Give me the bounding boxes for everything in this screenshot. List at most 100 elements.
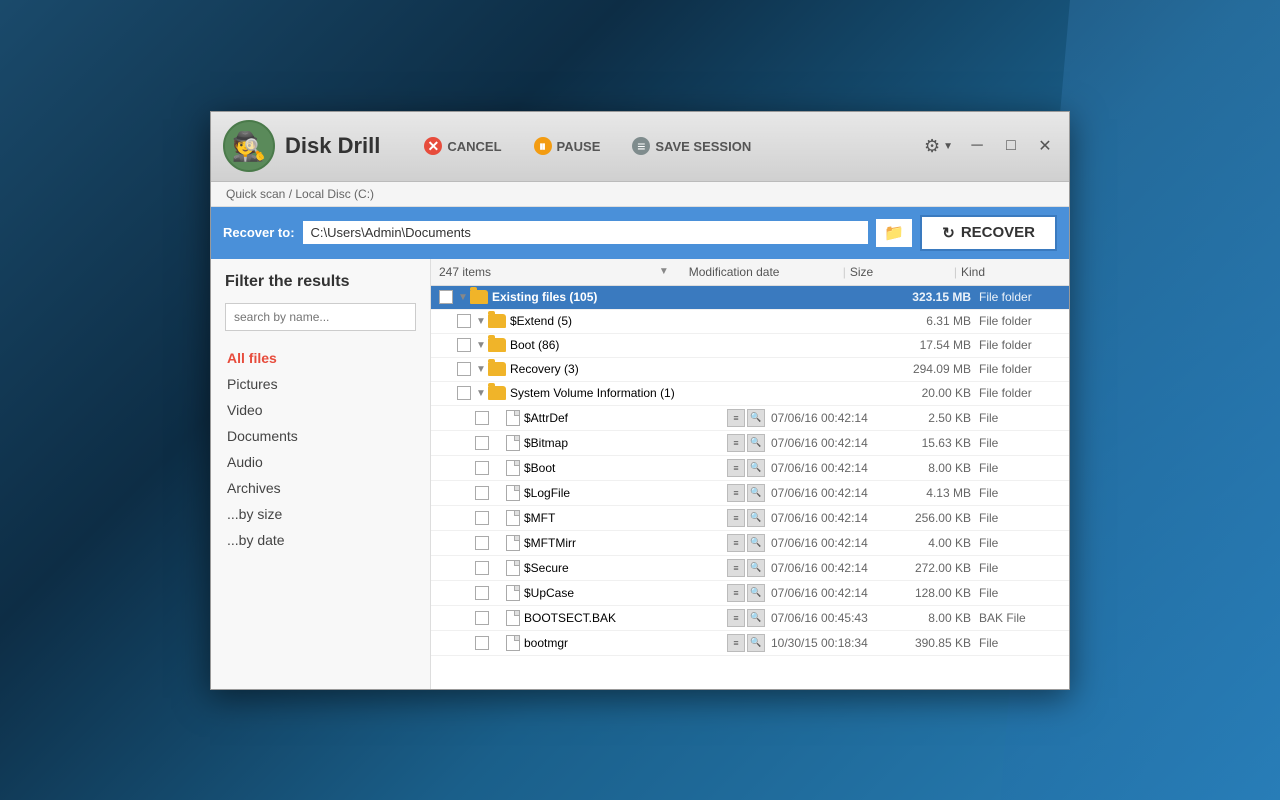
expand-icon xyxy=(492,511,506,525)
row-checkbox[interactable] xyxy=(475,536,489,550)
sidebar-filter-documents[interactable]: Documents xyxy=(225,423,416,449)
expand-icon[interactable]: ▼ xyxy=(474,386,488,400)
row-date: 07/06/16 00:42:14 xyxy=(771,461,891,475)
sidebar-filter-pictures[interactable]: Pictures xyxy=(225,371,416,397)
row-actions: ≡🔍 xyxy=(727,559,765,577)
settings-button[interactable]: ⚙ ▼ xyxy=(916,130,961,163)
preview-icon[interactable]: ≡ xyxy=(727,634,745,652)
expand-icon[interactable]: ▼ xyxy=(474,338,488,352)
expand-icon[interactable]: ▼ xyxy=(474,314,488,328)
table-row[interactable]: $MFTMirr≡🔍07/06/16 00:42:144.00 KBFile xyxy=(431,531,1069,556)
row-checkbox[interactable] xyxy=(457,338,471,352)
close-icon: ✕ xyxy=(1038,136,1051,156)
row-checkbox[interactable] xyxy=(475,611,489,625)
preview-icon[interactable]: ≡ xyxy=(727,534,745,552)
row-checkbox[interactable] xyxy=(457,314,471,328)
search-icon[interactable]: 🔍 xyxy=(747,434,765,452)
row-date: 07/06/16 00:42:14 xyxy=(771,436,891,450)
expand-icon xyxy=(492,561,506,575)
search-icon[interactable]: 🔍 xyxy=(747,534,765,552)
pause-button[interactable]: ⏸ PAUSE xyxy=(520,129,615,163)
row-date: 07/06/16 00:42:14 xyxy=(771,486,891,500)
preview-icon[interactable]: ≡ xyxy=(727,509,745,527)
row-checkbox[interactable] xyxy=(457,386,471,400)
row-checkbox[interactable] xyxy=(475,436,489,450)
sidebar-filter-bydate[interactable]: ...by date xyxy=(225,527,416,553)
search-input[interactable] xyxy=(225,303,416,331)
search-icon[interactable]: 🔍 xyxy=(747,484,765,502)
row-checkbox[interactable] xyxy=(475,636,489,650)
row-checkbox[interactable] xyxy=(439,290,453,304)
row-name: $MFTMirr xyxy=(524,536,727,550)
table-row[interactable]: $Boot≡🔍07/06/16 00:42:148.00 KBFile xyxy=(431,456,1069,481)
sidebar-filter-audio[interactable]: Audio xyxy=(225,449,416,475)
row-checkbox[interactable] xyxy=(475,586,489,600)
recover-path-input[interactable] xyxy=(303,221,869,244)
preview-icon[interactable]: ≡ xyxy=(727,459,745,477)
table-row[interactable]: $LogFile≡🔍07/06/16 00:42:144.13 MBFile xyxy=(431,481,1069,506)
table-row[interactable]: ▼$Extend (5)6.31 MBFile folder xyxy=(431,310,1069,334)
row-checkbox[interactable] xyxy=(475,511,489,525)
preview-icon[interactable]: ≡ xyxy=(727,609,745,627)
row-kind: File xyxy=(971,411,1061,425)
sidebar-filter-video[interactable]: Video xyxy=(225,397,416,423)
search-icon[interactable]: 🔍 xyxy=(747,509,765,527)
expand-icon[interactable]: ▼ xyxy=(456,290,470,304)
table-row[interactable]: ▼System Volume Information (1)20.00 KBFi… xyxy=(431,382,1069,406)
search-icon[interactable]: 🔍 xyxy=(747,634,765,652)
row-checkbox[interactable] xyxy=(475,461,489,475)
minimize-button[interactable]: ─ xyxy=(961,130,993,162)
preview-icon[interactable]: ≡ xyxy=(727,409,745,427)
row-actions: ≡🔍 xyxy=(727,634,765,652)
table-row[interactable]: $Secure≡🔍07/06/16 00:42:14272.00 KBFile xyxy=(431,556,1069,581)
save-session-button[interactable]: ≡ SAVE SESSION xyxy=(618,129,765,163)
table-row[interactable]: ▼Recovery (3)294.09 MBFile folder xyxy=(431,358,1069,382)
table-row[interactable]: $AttrDef≡🔍07/06/16 00:42:142.50 KBFile xyxy=(431,406,1069,431)
maximize-icon: □ xyxy=(1006,137,1016,155)
file-icon xyxy=(506,535,520,551)
search-icon[interactable]: 🔍 xyxy=(747,609,765,627)
row-name: $MFT xyxy=(524,511,727,525)
preview-icon[interactable]: ≡ xyxy=(727,434,745,452)
recover-button[interactable]: ↻ RECOVER xyxy=(920,215,1057,251)
col-modification-date[interactable]: Modification date xyxy=(689,265,839,279)
row-name: $AttrDef xyxy=(524,411,727,425)
sidebar-filter-archives[interactable]: Archives xyxy=(225,475,416,501)
browse-folder-button[interactable]: 📁 xyxy=(876,219,912,247)
row-name: $Bitmap xyxy=(524,436,727,450)
search-icon[interactable]: 🔍 xyxy=(747,559,765,577)
cancel-button[interactable]: ✕ CANCEL xyxy=(410,129,515,163)
maximize-button[interactable]: □ xyxy=(995,130,1027,162)
file-icon xyxy=(506,610,520,626)
search-icon[interactable]: 🔍 xyxy=(747,459,765,477)
row-checkbox[interactable] xyxy=(475,561,489,575)
sidebar-filter-allfiles[interactable]: All files xyxy=(225,345,416,371)
row-kind: BAK File xyxy=(971,611,1061,625)
col-size[interactable]: Size xyxy=(850,265,950,279)
save-icon: ≡ xyxy=(632,137,650,155)
search-icon[interactable]: 🔍 xyxy=(747,584,765,602)
expand-icon xyxy=(492,436,506,450)
table-row[interactable]: bootmgr≡🔍10/30/15 00:18:34390.85 KBFile xyxy=(431,631,1069,656)
row-checkbox[interactable] xyxy=(475,486,489,500)
sidebar-filter-bysize[interactable]: ...by size xyxy=(225,501,416,527)
table-row[interactable]: $Bitmap≡🔍07/06/16 00:42:1415.63 KBFile xyxy=(431,431,1069,456)
table-row[interactable]: ▼Existing files (105)323.15 MBFile folde… xyxy=(431,286,1069,310)
close-button[interactable]: ✕ xyxy=(1029,130,1061,162)
row-checkbox[interactable] xyxy=(457,362,471,376)
preview-icon[interactable]: ≡ xyxy=(727,484,745,502)
table-row[interactable]: BOOTSECT.BAK≡🔍07/06/16 00:45:438.00 KBBA… xyxy=(431,606,1069,631)
table-row[interactable]: ▼Boot (86)17.54 MBFile folder xyxy=(431,334,1069,358)
gear-dropdown-icon: ▼ xyxy=(943,141,953,152)
row-date: 07/06/16 00:42:14 xyxy=(771,586,891,600)
table-row[interactable]: $UpCase≡🔍07/06/16 00:42:14128.00 KBFile xyxy=(431,581,1069,606)
row-kind: File xyxy=(971,486,1061,500)
table-row[interactable]: $MFT≡🔍07/06/16 00:42:14256.00 KBFile xyxy=(431,506,1069,531)
row-checkbox[interactable] xyxy=(475,411,489,425)
expand-icon[interactable]: ▼ xyxy=(474,362,488,376)
row-name: Recovery (3) xyxy=(510,362,771,376)
search-icon[interactable]: 🔍 xyxy=(747,409,765,427)
preview-icon[interactable]: ≡ xyxy=(727,584,745,602)
col-kind[interactable]: Kind xyxy=(961,265,1061,279)
preview-icon[interactable]: ≡ xyxy=(727,559,745,577)
